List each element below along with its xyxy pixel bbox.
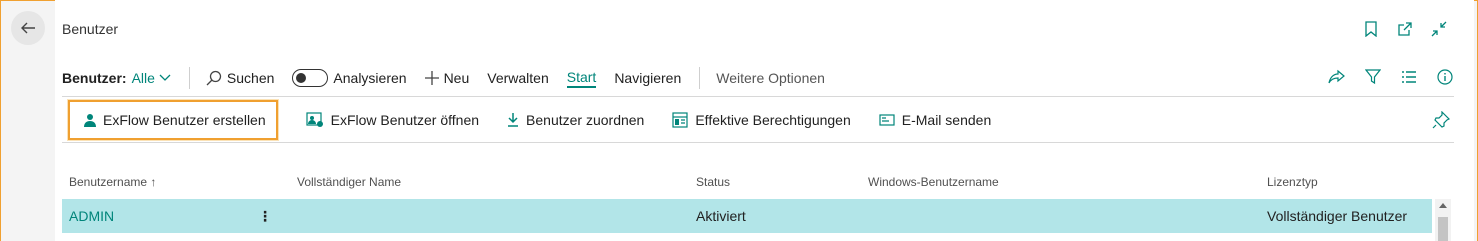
email-icon [879,114,895,126]
bookmark-icon[interactable] [1362,20,1380,38]
column-header-status[interactable]: Status [696,175,730,189]
open-exflow-user-button[interactable]: ExFlow Benutzer öffnen [306,101,479,139]
open-new-window-icon[interactable] [1396,20,1414,38]
divider [62,142,1454,143]
search-button[interactable]: Suchen [206,70,274,86]
assign-user-label: Benutzer zuordnen [526,112,645,128]
pin-icon[interactable] [1432,110,1451,129]
plus-icon [424,71,439,85]
share-icon[interactable] [1328,68,1346,86]
scroll-up-icon[interactable] [1439,203,1447,208]
start-label: Start [566,69,597,88]
permissions-icon [672,112,688,128]
new-button[interactable]: Neu [424,70,470,86]
analyze-toggle[interactable]: Analysieren [292,69,407,87]
info-icon[interactable] [1436,68,1454,86]
more-options-label: Weitere Optionen [716,70,825,86]
tab-start[interactable]: Start [566,69,597,88]
collapse-icon[interactable] [1430,20,1448,38]
analyze-label: Analysieren [333,70,407,86]
status-cell: Aktiviert [696,208,746,224]
table-header: Benutzername ↑ Vollständiger Name Status… [62,175,1454,193]
column-header-license-type[interactable]: Lizenztyp [1267,175,1318,189]
table-row[interactable]: ADMIN ⋮ Aktiviert Vollständiger Benutzer [62,199,1432,233]
new-label: Neu [443,70,470,86]
action-bar-tools [1328,68,1454,86]
download-icon [508,113,519,127]
search-label: Suchen [226,70,275,86]
title-actions [1362,20,1448,38]
send-email-label: E-Mail senden [901,112,992,128]
column-header-username[interactable]: Benutzername ↑ [69,175,156,189]
user-settings-icon [306,112,323,127]
navigate-label: Navigieren [614,70,682,86]
tab-manage[interactable]: Verwalten [487,70,548,86]
username-cell[interactable]: ADMIN [69,208,114,224]
column-header-windows-username[interactable]: Windows-Benutzername [868,175,999,189]
column-header-fullname[interactable]: Vollständiger Name [297,175,401,189]
vertical-scrollbar[interactable] [1435,199,1451,241]
divider [62,96,1454,97]
license-type-cell: Vollständiger Benutzer [1267,208,1408,224]
divider [188,67,190,89]
filter-value[interactable]: Alle [132,70,171,86]
search-icon [206,70,222,86]
divider [699,67,701,89]
more-options-button[interactable]: Weitere Optionen [716,70,825,86]
list-view-icon[interactable] [1400,68,1418,86]
tab-navigate[interactable]: Navigieren [614,70,681,86]
promoted-actions: ExFlow Benutzer erstellen ExFlow Benutze… [62,99,1454,141]
effective-permissions-label: Effektive Berechtigungen [695,112,851,128]
scrollbar-thumb[interactable] [1438,217,1448,241]
manage-label: Verwalten [487,70,549,86]
page-title: Benutzer [62,21,119,37]
row-menu-icon[interactable]: ⋮ [258,208,273,225]
open-exflow-user-label: ExFlow Benutzer öffnen [330,112,480,128]
filter-label: Benutzer: [62,70,127,86]
arrow-left-icon [21,22,35,34]
effective-permissions-button[interactable]: Effektive Berechtigungen [672,101,851,139]
create-exflow-user-label: ExFlow Benutzer erstellen [103,112,266,128]
filter-icon[interactable] [1364,68,1382,86]
assign-user-button[interactable]: Benutzer zuordnen [507,101,644,139]
send-email-button[interactable]: E-Mail senden [879,101,992,139]
chevron-down-icon [159,74,171,81]
sort-ascending-icon: ↑ [150,175,157,189]
toggle-switch[interactable] [292,69,329,87]
filter-selector[interactable]: Benutzer: Alle [62,70,171,86]
person-icon [84,114,96,127]
create-exflow-user-button[interactable]: ExFlow Benutzer erstellen [68,100,278,140]
back-button[interactable] [11,11,45,45]
filter-value-text: Alle [131,70,155,86]
action-bar: Benutzer: Alle Suchen Analysieren Neu Ve… [62,66,1454,90]
